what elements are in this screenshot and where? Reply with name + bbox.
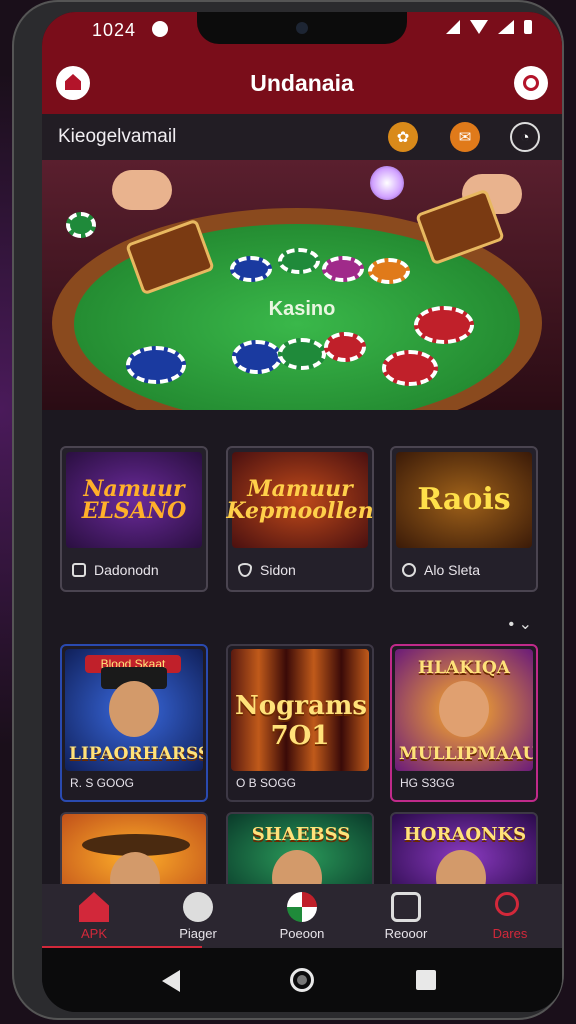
phone-frame: 1024 Undanaia Kieogelvamail ✿ ✉ ◔ Kasino… bbox=[12, 0, 564, 1020]
recents-icon[interactable] bbox=[416, 970, 436, 990]
chip bbox=[278, 248, 320, 274]
camera-notch bbox=[197, 12, 407, 44]
game-art: Nograms 7O1 bbox=[231, 649, 369, 771]
category-art: Mamuur Kepmoollen bbox=[226, 452, 374, 548]
chip bbox=[322, 256, 364, 282]
category-art: Namuur ELSANO bbox=[66, 452, 202, 548]
battery-icon bbox=[524, 20, 532, 34]
info-icon bbox=[402, 563, 416, 577]
shield-icon bbox=[238, 563, 252, 577]
game-banner: LIPAORHARSS bbox=[69, 744, 203, 764]
chip bbox=[230, 256, 272, 282]
status-time: 1024 bbox=[92, 20, 137, 40]
category-footer: Dadonodn bbox=[72, 562, 159, 578]
home-icon bbox=[79, 892, 109, 922]
game-banner: MULLIPMAAUN bbox=[399, 744, 533, 764]
chat-icon bbox=[391, 892, 421, 922]
sub-bar-label: Kieogelvamail bbox=[58, 126, 177, 147]
profile-button[interactable] bbox=[514, 66, 548, 100]
camera-icon bbox=[296, 22, 308, 34]
game-subtitle: R. S GOOG bbox=[70, 776, 135, 790]
game-tile[interactable]: Nograms 7O1 O B SOGG bbox=[226, 644, 374, 802]
nav-label: Reooor bbox=[384, 926, 428, 941]
expand-chevron-icon[interactable]: • ⌄ bbox=[509, 614, 532, 634]
search-icon bbox=[495, 892, 519, 916]
chip bbox=[66, 212, 96, 238]
wifi-icon bbox=[470, 20, 488, 34]
nav-label: Dares bbox=[492, 926, 528, 941]
felt-label: Kasino bbox=[268, 298, 336, 320]
game-subtitle: HG S3GG bbox=[400, 776, 455, 790]
game-banner: SHAEBSS bbox=[251, 824, 351, 845]
status-bar: 1024 bbox=[42, 12, 562, 52]
game-art: HLAKIQA MULLIPMAAUN bbox=[395, 649, 533, 771]
chip bbox=[368, 258, 410, 284]
nav-item-roulette[interactable]: Poeoon bbox=[250, 884, 354, 948]
home-circle-icon[interactable] bbox=[290, 968, 314, 992]
game-top-label: HLAKIQA bbox=[418, 658, 510, 678]
category-footer: Sidon bbox=[238, 562, 296, 578]
signal-icon bbox=[446, 20, 460, 34]
hero-banner[interactable]: Kasino bbox=[42, 160, 562, 410]
character-face bbox=[439, 681, 489, 737]
status-icons bbox=[446, 20, 532, 34]
system-nav-bar bbox=[42, 948, 562, 1012]
chip bbox=[126, 346, 186, 384]
game-tile[interactable]: HLAKIQA MULLIPMAAUN HG S3GG bbox=[390, 644, 538, 802]
chip bbox=[232, 340, 282, 374]
app-title: Undanaia bbox=[250, 70, 354, 96]
nav-item-player[interactable]: Piager bbox=[146, 884, 250, 948]
nav-item-search[interactable]: Dares bbox=[458, 884, 562, 948]
game-banner: HORAONKS bbox=[403, 824, 527, 845]
crystal-ball bbox=[370, 166, 404, 200]
screen: 1024 Undanaia Kieogelvamail ✿ ✉ ◔ Kasino… bbox=[42, 12, 562, 1012]
nav-label: Poeoon bbox=[279, 926, 325, 941]
back-icon[interactable] bbox=[162, 970, 180, 992]
chip bbox=[278, 338, 326, 370]
category-label: Dadonodn bbox=[94, 562, 159, 578]
game-tile[interactable]: Blood Skaat LIPAORHARSS R. S GOOG bbox=[60, 644, 208, 802]
chip bbox=[324, 332, 366, 362]
notification-icon bbox=[152, 21, 168, 37]
category-label: Alo Sleta bbox=[424, 562, 481, 578]
nav-item-chat[interactable]: Reooor bbox=[354, 884, 458, 948]
cellular-icon bbox=[498, 20, 514, 34]
category-label: Sidon bbox=[260, 562, 296, 578]
gift-icon bbox=[72, 563, 86, 577]
nav-label: APK bbox=[80, 926, 107, 941]
category-card[interactable]: Mamuur Kepmoollen Sidon bbox=[226, 446, 374, 592]
character-face bbox=[109, 681, 159, 737]
dealer-hand-left bbox=[112, 170, 172, 210]
bottom-nav: APK Piager Poeoon Reooor Dares bbox=[42, 884, 562, 949]
chat-bubble-icon[interactable]: ✉ bbox=[450, 122, 480, 152]
timer-icon[interactable]: ◔ bbox=[510, 122, 540, 152]
category-card[interactable]: Namuur ELSANO Dadonodn bbox=[60, 446, 208, 592]
app-bar: Undanaia bbox=[42, 52, 562, 114]
sub-bar: Kieogelvamail ✿ ✉ ◔ bbox=[42, 114, 562, 161]
content-panel: Namuur ELSANO Dadonodn Mamuur Kepmoollen… bbox=[42, 410, 562, 902]
chip bbox=[414, 306, 474, 344]
nav-label: Piager bbox=[179, 926, 217, 941]
lotus-icon[interactable]: ✿ bbox=[388, 122, 418, 152]
category-footer: Alo Sleta bbox=[402, 562, 480, 578]
game-subtitle: O B SOGG bbox=[236, 776, 297, 790]
player-icon bbox=[183, 892, 213, 922]
category-art: Raois bbox=[396, 452, 532, 548]
nav-item-apk[interactable]: APK bbox=[42, 884, 146, 948]
roulette-icon bbox=[287, 892, 317, 922]
game-art: Blood Skaat LIPAORHARSS bbox=[65, 649, 203, 771]
category-card[interactable]: Raois Alo Sleta bbox=[390, 446, 538, 592]
game-banner: Nograms 7O1 bbox=[235, 691, 367, 751]
chip bbox=[382, 350, 438, 386]
